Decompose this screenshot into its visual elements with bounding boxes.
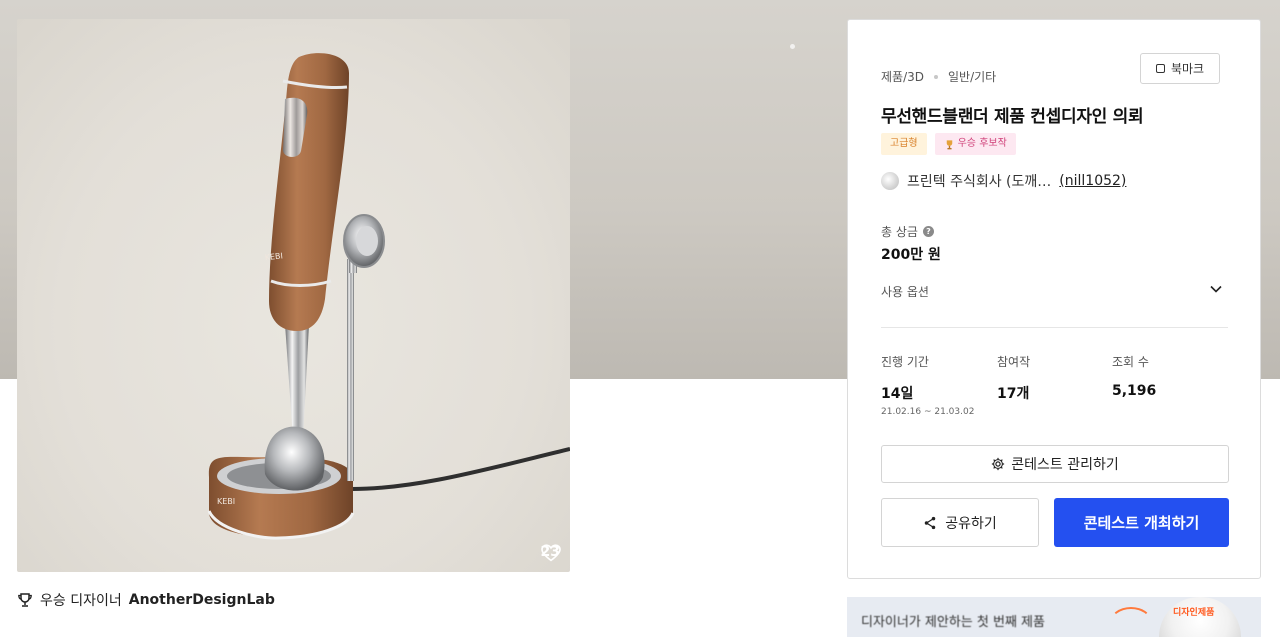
stat-period: 진행 기간 14일 21.02.16 ~ 21.03.02 [881, 353, 974, 417]
separator-dot [934, 74, 938, 79]
share-label: 공유하기 [945, 515, 997, 532]
hand-blender-illustration: KEBI KEBI [207, 53, 570, 540]
promo-swoosh [1109, 607, 1153, 637]
svg-text:KEBI: KEBI [217, 497, 235, 506]
share-button[interactable]: 공유하기 [881, 498, 1039, 547]
bookmark-icon [1155, 64, 1165, 73]
stat-entries-label: 참여작 [997, 355, 1031, 369]
bookmark-button[interactable]: 북마크 [1140, 53, 1220, 84]
stat-views: 조회 수 5,196 [1112, 353, 1156, 399]
stat-entries-value: 17개 [997, 386, 1030, 402]
stat-period-value: 14일 [881, 386, 914, 402]
manage-contest-button[interactable]: 콘테스트 관리하기 [881, 445, 1229, 483]
promo-badge: 디자인제품 [1159, 597, 1241, 637]
winner-prefix: 우승 디자이너 [40, 593, 122, 609]
subcategory-label[interactable]: 일반/기타 [948, 68, 996, 85]
candidate-tag: 우승 후보작 [934, 133, 1016, 155]
category-breadcrumb: 제품/3D 일반/기타 [881, 68, 996, 85]
promo-banner[interactable]: 디자이너가 제안하는 첫 번째 제품 디자인제품 [847, 597, 1261, 637]
promo-text: 디자이너가 제안하는 첫 번째 제품 [861, 615, 1045, 630]
holder-id[interactable]: (nill1052) [1059, 173, 1126, 189]
usage-options-label[interactable]: 사용 옵션 [881, 283, 929, 300]
contest-title: 무선핸드블랜더 제품 컨셉디자인 의뢰 [881, 107, 1144, 127]
chevron-down-icon[interactable] [1209, 282, 1223, 296]
contest-tags: 고급형 우승 후보작 [881, 133, 1016, 155]
prize-value: 200만 원 [881, 247, 941, 263]
premium-tag: 고급형 [881, 133, 927, 155]
share-icon [924, 516, 936, 529]
trophy-icon [18, 593, 32, 607]
heart-icon [540, 544, 561, 562]
manage-contest-label: 콘테스트 관리하기 [1011, 457, 1119, 473]
stat-views-label: 조회 수 [1112, 355, 1149, 369]
prize-label: 총 상금 ? [881, 223, 934, 240]
stat-entries: 참여작 17개 [997, 353, 1030, 403]
trophy-icon [946, 139, 952, 149]
svg-text:KEBI: KEBI [264, 251, 283, 262]
prize-label-text: 총 상금 [881, 225, 918, 239]
avatar [881, 172, 899, 190]
gear-icon [992, 457, 1005, 471]
divider [881, 327, 1228, 328]
category-label[interactable]: 제품/3D [881, 68, 924, 85]
promo-badge-text: 디자인제품 [1173, 608, 1215, 618]
contest-info-panel: 제품/3D 일반/기타 북마크 무선핸드블랜더 제품 컨셉디자인 의뢰 고급형 … [847, 19, 1261, 579]
holder-name: 프린텍 주식회사 (도깨… [907, 174, 1052, 190]
host-contest-button[interactable]: 콘테스트 개최하기 [1054, 498, 1229, 547]
stat-views-value: 5,196 [1112, 383, 1157, 399]
help-icon[interactable]: ? [922, 226, 934, 237]
winning-designer: 우승 디자이너 AnotherDesignLab [17, 590, 275, 610]
bookmark-label: 북마크 [1170, 62, 1205, 76]
like-counter[interactable]: 23 [540, 544, 561, 562]
candidate-label: 우승 후보작 [957, 138, 1007, 149]
contest-holder[interactable]: 프린텍 주식회사 (도깨… (nill1052) [881, 171, 1126, 191]
product-image[interactable]: KEBI KEBI 23 [17, 19, 570, 572]
snow-dot [790, 44, 795, 49]
stat-period-label: 진행 기간 [881, 355, 929, 369]
stat-period-range: 21.02.16 ~ 21.03.02 [881, 407, 975, 417]
winner-name[interactable]: AnotherDesignLab [129, 592, 275, 608]
